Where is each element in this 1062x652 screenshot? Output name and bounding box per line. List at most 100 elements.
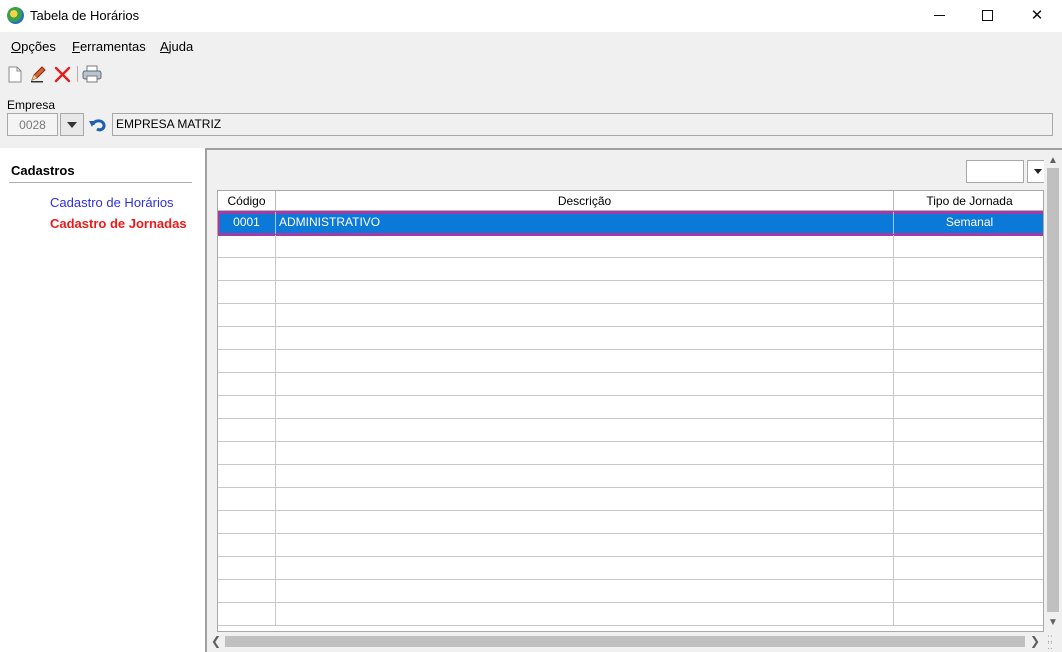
empty-cell [218,465,276,487]
sidebar-divider [9,182,192,183]
empresa-name-field: EMPRESA MATRIZ [112,113,1053,136]
menu-opcoes[interactable]: Opções [11,39,56,54]
horizontal-scrollbar[interactable]: ❮ ❯ [207,632,1044,650]
empty-cell [218,442,276,464]
empty-cell [276,281,894,303]
table-row-empty[interactable] [218,511,1043,534]
refresh-button[interactable] [87,114,109,136]
empty-cell [276,465,894,487]
table-row-empty[interactable] [218,258,1043,281]
undo-arrow-icon [89,119,106,132]
table-row-empty[interactable] [218,534,1043,557]
empty-cell [218,281,276,303]
empty-cell [218,580,276,602]
empresa-panel: Empresa 0028 EMPRESA MATRIZ [0,90,1062,148]
empresa-code-field[interactable]: 0028 [7,113,58,136]
empty-cell [894,488,1043,510]
table-row-empty[interactable] [218,327,1043,350]
empty-cell [894,327,1043,349]
table-row-empty[interactable] [218,350,1043,373]
empty-cell [276,511,894,533]
scroll-left-icon[interactable]: ❮ [207,632,225,650]
table-row-empty[interactable] [218,488,1043,511]
table-row-empty[interactable] [218,419,1043,442]
table-row-empty[interactable] [218,442,1043,465]
table-row-empty[interactable] [218,281,1043,304]
table-row-empty[interactable] [218,396,1043,419]
delete-x-icon[interactable] [52,64,72,84]
cell-tipo-jornada: Semanal [945,215,994,229]
table-row-empty[interactable] [218,465,1043,488]
horizontal-scroll-thumb[interactable] [225,636,1025,647]
cell-codigo: 0001 [218,212,276,234]
empty-cell [894,534,1043,556]
empty-cell [894,465,1043,487]
empty-cell [276,373,894,395]
table-row-empty[interactable] [218,373,1043,396]
scroll-down-icon[interactable]: ▼ [1044,614,1062,630]
empty-cell [218,534,276,556]
table-row-empty[interactable] [218,603,1043,626]
empty-cell [276,488,894,510]
empty-cell [894,557,1043,579]
empresa-label: Empresa [7,98,56,112]
app-icon [7,7,24,24]
maximize-button[interactable] [964,0,1010,30]
title-bar: Tabela de Horários ✕ [0,0,1062,32]
menu-ajuda[interactable]: Ajuda [160,39,193,54]
empty-cell [894,373,1043,395]
table-row-empty[interactable] [218,235,1043,258]
column-header-descricao[interactable]: Descrição [276,191,894,211]
minimize-button[interactable] [916,0,962,30]
scroll-up-icon[interactable]: ▲ [1044,152,1062,168]
empty-cell [276,557,894,579]
empty-cell [218,488,276,510]
empty-cell [218,396,276,418]
filter-input[interactable] [966,160,1024,183]
menu-bar: Opções Ferramentas Ajuda [0,32,1062,60]
empty-cell [218,235,276,257]
empty-cell [218,258,276,280]
data-grid: Código Descrição Tipo de Jornada 0001 AD… [217,190,1044,632]
empresa-dropdown-button[interactable] [60,113,84,136]
sidebar-item-cadastro-jornadas[interactable]: Cadastro de Jornadas [50,216,187,231]
scroll-right-icon[interactable]: ❯ [1026,632,1044,650]
toolbar [0,60,1062,90]
empty-cell [894,580,1043,602]
table-row[interactable]: 0001 ADMINISTRATIVO Semanal [218,211,1043,236]
menu-ferramentas[interactable]: Ferramentas [72,39,146,54]
vertical-scrollbar[interactable]: ▲ ▼ [1044,150,1062,632]
close-icon: ✕ [1030,7,1044,24]
resize-grip-icon[interactable]: ⁚⁚ ⁚⁚ [1047,635,1061,651]
toolbar-separator [77,66,78,82]
close-button[interactable]: ✕ [1014,0,1060,30]
edit-pencil-icon[interactable] [28,64,48,84]
empty-cell [218,511,276,533]
empty-cell [276,442,894,464]
table-row-empty[interactable] [218,580,1043,603]
table-row-empty[interactable] [218,304,1043,327]
table-row-empty[interactable] [218,557,1043,580]
empty-cell [218,327,276,349]
column-header-codigo[interactable]: Código [218,191,276,211]
empty-cell [276,419,894,441]
empty-cell [218,557,276,579]
empty-cell [276,235,894,257]
empty-cell [276,350,894,372]
column-header-tipo-jornada[interactable]: Tipo de Jornada [894,191,1043,211]
print-icon[interactable] [82,64,102,84]
minimize-icon [933,14,945,16]
empty-cell [894,350,1043,372]
sidebar-item-cadastro-horarios[interactable]: Cadastro de Horários [50,195,174,210]
empty-cell [218,350,276,372]
chevron-down-icon [67,121,77,128]
empty-cell [276,304,894,326]
empty-cell [894,281,1043,303]
new-document-icon[interactable] [5,64,25,84]
empty-cell [894,442,1043,464]
empty-cell [894,258,1043,280]
chevron-down-icon [1034,169,1042,174]
vertical-scroll-thumb[interactable] [1047,168,1059,612]
empty-cell [276,396,894,418]
maximize-icon [981,9,993,21]
